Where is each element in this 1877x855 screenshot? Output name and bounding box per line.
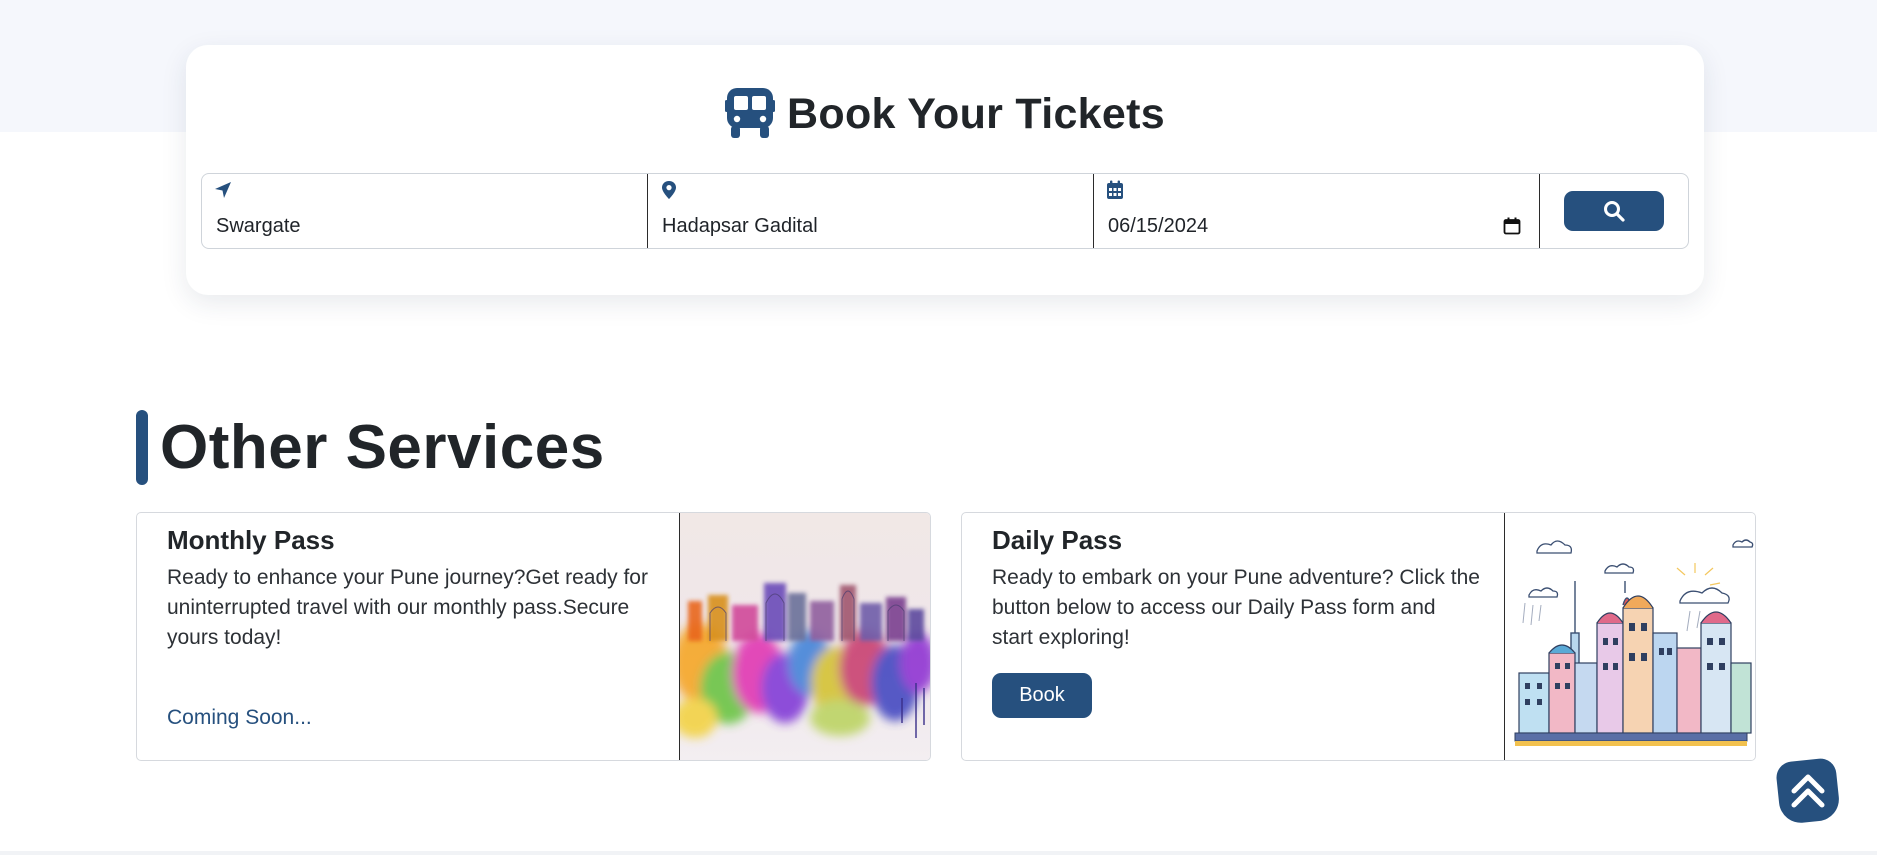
book-button[interactable]: Book	[992, 673, 1092, 718]
ticket-search-form	[201, 173, 1689, 249]
monthly-pass-title: Monthly Pass	[167, 525, 335, 555]
search-button[interactable]	[1564, 191, 1664, 231]
search-cell	[1540, 174, 1688, 248]
monthly-pass-body: Monthly Pass Ready to enhance your Pune …	[137, 513, 680, 760]
location-arrow-icon	[215, 182, 231, 198]
map-pin-icon	[662, 181, 676, 199]
daily-pass-body: Daily Pass Ready to embark on your Pune …	[962, 513, 1505, 760]
daily-pass-card: Daily Pass Ready to embark on your Pune …	[961, 512, 1756, 761]
from-field	[202, 174, 648, 248]
coming-soon-label: Coming Soon...	[167, 706, 312, 729]
monthly-pass-description: Ready to enhance your Pune journey?Get r…	[167, 566, 648, 649]
date-input[interactable]	[1108, 212, 1518, 240]
scroll-to-top-button[interactable]	[1774, 757, 1842, 825]
booking-title-row: Book Your Tickets	[186, 85, 1704, 143]
section-title: Other Services	[160, 413, 605, 482]
bus-icon	[725, 88, 776, 138]
daily-pass-title: Daily Pass	[992, 525, 1123, 555]
watercolor-pune-skyline-image	[680, 513, 930, 760]
to-input[interactable]	[662, 212, 1072, 240]
calendar-icon	[1107, 180, 1123, 199]
monthly-pass-card: Monthly Pass Ready to enhance your Pune …	[136, 512, 931, 761]
chevron-double-up-icon	[1791, 774, 1825, 808]
date-field	[1094, 174, 1540, 248]
section-accent-bar	[136, 410, 148, 485]
daily-pass-description: Ready to embark on your Pune adventure? …	[992, 566, 1480, 649]
booking-title: Book Your Tickets	[787, 89, 1165, 138]
footer-divider	[0, 851, 1877, 855]
from-input[interactable]	[216, 212, 626, 240]
calendar-picker-icon[interactable]	[1503, 217, 1521, 235]
to-field	[648, 174, 1094, 248]
search-icon	[1604, 201, 1625, 222]
booking-card: Book Your Tickets	[186, 45, 1704, 295]
illustrated-city-skyline-image	[1505, 513, 1755, 760]
